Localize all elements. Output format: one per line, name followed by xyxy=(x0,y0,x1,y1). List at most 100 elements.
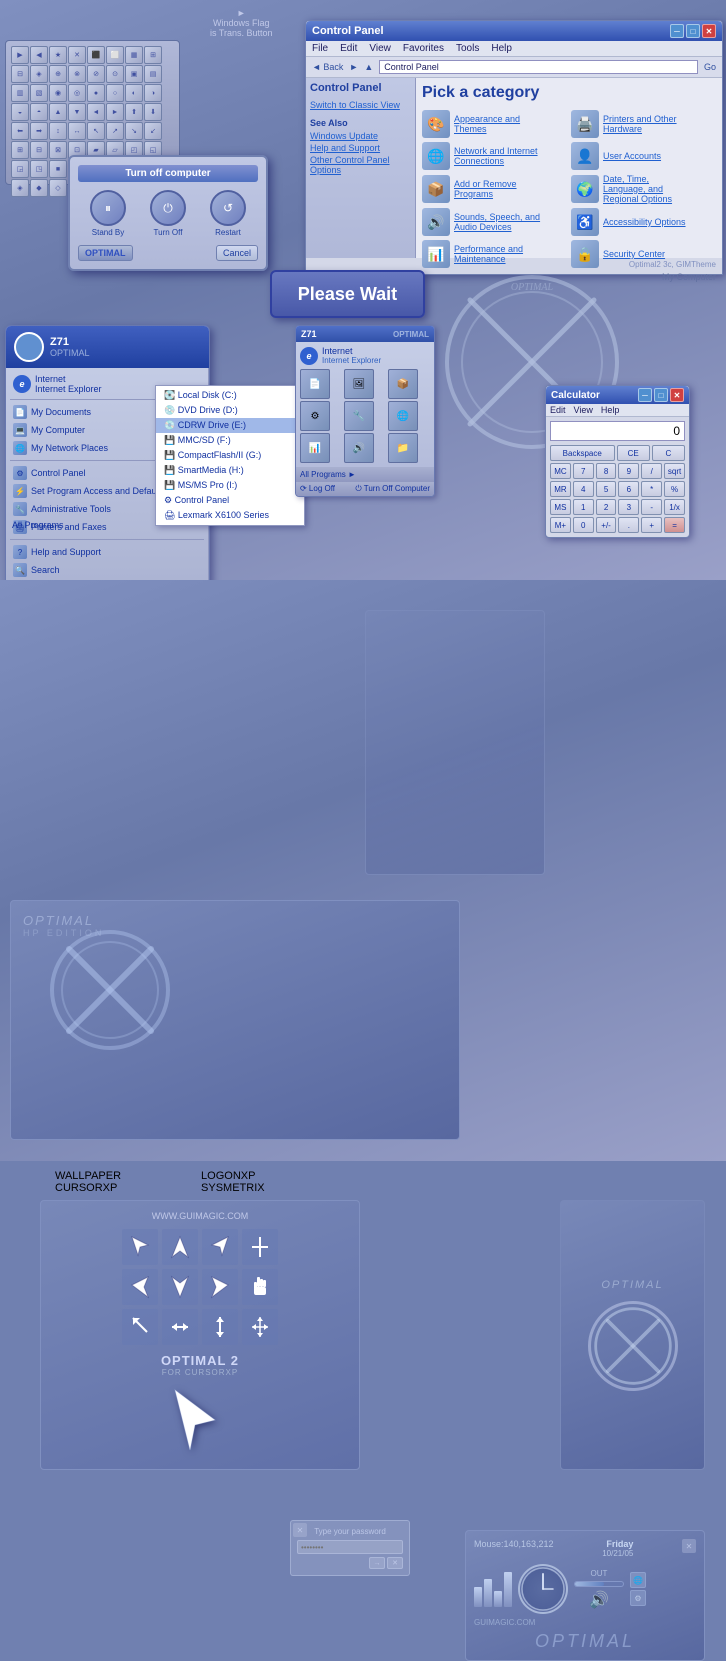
toolbar-icon[interactable]: ➡ xyxy=(30,122,48,140)
calc-maximize-button[interactable]: □ xyxy=(654,388,668,402)
submenu-item-cp[interactable]: ⚙ Control Panel xyxy=(156,493,304,508)
calc-btn-mplus[interactable]: M+ xyxy=(550,517,571,533)
calc-btn-divide[interactable]: / xyxy=(641,463,662,479)
password-input[interactable] xyxy=(297,1540,403,1554)
submenu-item-sm-h[interactable]: 💾 SmartMedia (H:) xyxy=(156,463,304,478)
toolbar-icon[interactable]: ⊟ xyxy=(11,65,29,83)
users-label[interactable]: User Accounts xyxy=(603,151,661,161)
datetime-label[interactable]: Date, Time, Language, and Regional Optio… xyxy=(603,174,693,204)
toolbar-icon[interactable]: ◎ xyxy=(68,84,86,102)
address-bar[interactable] xyxy=(379,60,698,74)
toolbar-icon[interactable]: ⊞ xyxy=(144,46,162,64)
windows-update-link[interactable]: Windows Update xyxy=(310,131,411,141)
submenu-item-cdrw-e[interactable]: 💿 CDRW Drive (E:) xyxy=(156,418,304,433)
calc-btn-multiply[interactable]: * xyxy=(641,481,662,497)
toolbar-icon[interactable]: ↕ xyxy=(49,122,67,140)
toolbar-icon[interactable]: ↖ xyxy=(87,122,105,140)
z71-icon[interactable]: 🖼 xyxy=(344,369,374,399)
maximize-button[interactable]: □ xyxy=(686,24,700,38)
category-performance[interactable]: 📊 Performance and Maintenance xyxy=(422,240,567,268)
z71-icon[interactable]: 📦 xyxy=(388,369,418,399)
toolbar-icon[interactable]: ▲ xyxy=(49,103,67,121)
calc-btn-ms[interactable]: MS xyxy=(550,499,571,515)
toolbar-icon[interactable]: ⬆ xyxy=(125,103,143,121)
calc-btn-sqrt[interactable]: sqrt xyxy=(664,463,685,479)
toolbar-icon[interactable]: ↔ xyxy=(68,122,86,140)
toolbar-icon[interactable]: ► xyxy=(106,103,124,121)
z71-icon[interactable]: 🔊 xyxy=(344,433,374,463)
calc-btn-percent[interactable]: % xyxy=(664,481,685,497)
toolbar-icon[interactable]: ◀ xyxy=(30,46,48,64)
toolbar-icon[interactable]: ◈ xyxy=(30,65,48,83)
toolbar-icon[interactable]: ◈ xyxy=(11,179,29,197)
sys-icon-2[interactable]: ⚙ xyxy=(630,1590,646,1606)
toolbar-icon[interactable]: ⬇ xyxy=(144,103,162,121)
go-button[interactable]: Go xyxy=(704,62,716,72)
category-users[interactable]: 👤 User Accounts xyxy=(571,142,716,170)
switch-to-classic-view-link[interactable]: Switch to Classic View xyxy=(310,100,411,110)
calc-btn-1[interactable]: 1 xyxy=(573,499,594,515)
calc-btn-equals[interactable]: = xyxy=(664,517,685,533)
sys-icon-1[interactable]: 🌐 xyxy=(630,1572,646,1588)
toolbar-icon[interactable]: ▦ xyxy=(125,46,143,64)
toolbar-icon[interactable]: ◲ xyxy=(11,160,29,178)
toolbar-icon[interactable]: ⊗ xyxy=(68,65,86,83)
toolbar-icon[interactable]: ◐ xyxy=(125,84,143,102)
z71-icon[interactable]: 📊 xyxy=(300,433,330,463)
toolbar-icon[interactable]: ◑ xyxy=(144,84,162,102)
pw-ok-button[interactable]: → xyxy=(369,1557,385,1569)
please-wait-button[interactable]: Please Wait xyxy=(270,270,425,318)
start-item-search[interactable]: 🔍 Search xyxy=(10,561,204,579)
performance-label[interactable]: Performance and Maintenance xyxy=(454,244,544,264)
toolbar-icon[interactable]: ● xyxy=(87,84,105,102)
calc-close-button[interactable]: ✕ xyxy=(670,388,684,402)
appearance-label[interactable]: Appearance and Themes xyxy=(454,114,544,134)
toolbar-icon[interactable]: ■ xyxy=(49,160,67,178)
calc-btn-4[interactable]: 4 xyxy=(573,481,594,497)
z71-icon[interactable]: 📁 xyxy=(388,433,418,463)
calc-btn-backspace[interactable]: Backspace xyxy=(550,445,615,461)
toolbar-icon[interactable]: ⊘ xyxy=(87,65,105,83)
calc-btn-plus[interactable]: + xyxy=(641,517,662,533)
calc-menu-view[interactable]: View xyxy=(574,405,593,415)
z71-ie-item[interactable]: e Internet Internet Explorer xyxy=(300,346,430,365)
submenu-item-mmc-f[interactable]: 💾 MMC/SD (F:) xyxy=(156,433,304,448)
toolbar-icon[interactable]: ○ xyxy=(106,84,124,102)
calc-btn-dot[interactable]: . xyxy=(618,517,639,533)
z71-icon[interactable]: ⚙ xyxy=(300,401,330,431)
toolbar-icon[interactable]: ✕ xyxy=(68,46,86,64)
calc-btn-5[interactable]: 5 xyxy=(596,481,617,497)
menu-tools[interactable]: Tools xyxy=(456,43,479,54)
calc-menu-help[interactable]: Help xyxy=(601,405,620,415)
toolbar-icon[interactable]: ◆ xyxy=(30,179,48,197)
calc-menu-edit[interactable]: Edit xyxy=(550,405,566,415)
submenu-item-cf-g[interactable]: 💾 CompactFlash/II (G:) xyxy=(156,448,304,463)
start-item-help[interactable]: ? Help and Support xyxy=(10,543,204,561)
submenu-item-local-c[interactable]: 💽 Local Disk (C:) xyxy=(156,388,304,403)
standby-button[interactable]: ⏸ xyxy=(90,190,126,226)
menu-edit[interactable]: Edit xyxy=(340,43,357,54)
toolbar-icon[interactable]: ⊞ xyxy=(11,141,29,159)
toolbar-icon[interactable]: ◓ xyxy=(30,103,48,121)
menu-favorites[interactable]: Favorites xyxy=(403,43,444,54)
calc-btn-mc[interactable]: MC xyxy=(550,463,571,479)
category-sounds[interactable]: 🔊 Sounds, Speech, and Audio Devices xyxy=(422,208,567,236)
minimize-button[interactable]: ─ xyxy=(670,24,684,38)
z71-turn-off[interactable]: ⏻ Turn Off Computer xyxy=(355,484,430,494)
toolbar-icon[interactable]: ★ xyxy=(49,46,67,64)
toolbar-icon[interactable]: ◇ xyxy=(49,179,67,197)
turnoff-button[interactable]: ⏻ xyxy=(150,190,186,226)
calc-btn-3[interactable]: 3 xyxy=(618,499,639,515)
back-button[interactable]: ◄ Back xyxy=(312,62,343,72)
toolbar-icon[interactable]: ▣ xyxy=(125,65,143,83)
toolbar-icon[interactable]: ▧ xyxy=(30,84,48,102)
toolbar-icon[interactable]: ⬛ xyxy=(87,46,105,64)
calc-btn-plusminus[interactable]: +/- xyxy=(596,517,617,533)
calc-btn-0[interactable]: 0 xyxy=(573,517,594,533)
toolbar-icon[interactable]: ▶ xyxy=(11,46,29,64)
calc-btn-7[interactable]: 7 xyxy=(573,463,594,479)
submenu-item-dvd-d[interactable]: 💿 DVD Drive (D:) xyxy=(156,403,304,418)
toolbar-icon[interactable]: ▥ xyxy=(11,84,29,102)
calc-btn-c[interactable]: C xyxy=(652,445,685,461)
category-programs[interactable]: 📦 Add or Remove Programs xyxy=(422,174,567,204)
